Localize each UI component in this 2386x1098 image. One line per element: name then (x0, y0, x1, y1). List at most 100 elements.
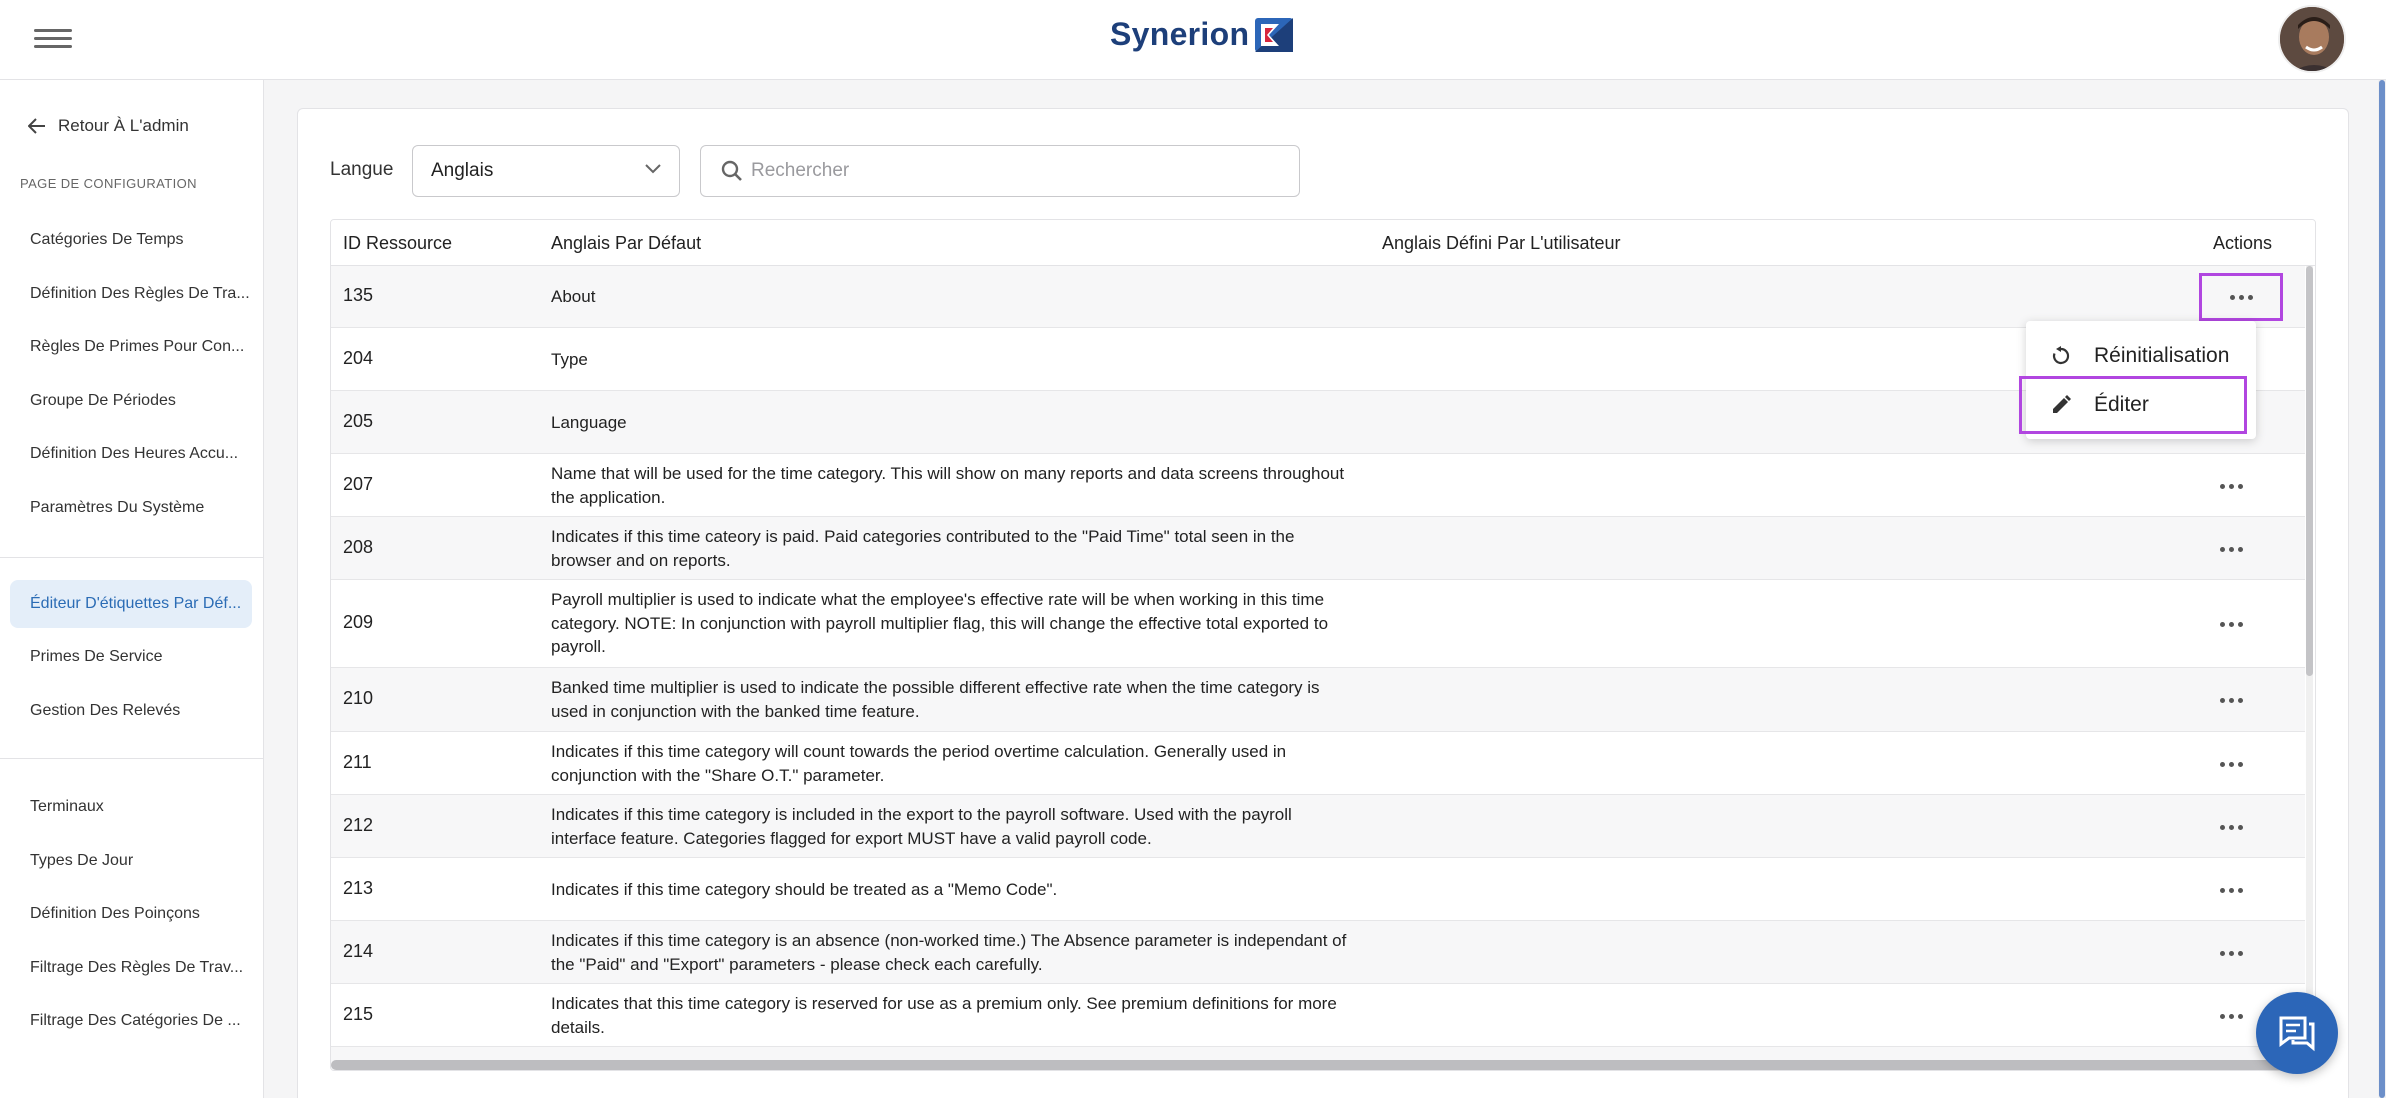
cell-default: Indicates if this time cateory is paid. … (551, 527, 1295, 570)
search-icon (721, 160, 742, 181)
cell-default: Indicates that this time category is res… (551, 994, 1337, 1037)
user-avatar[interactable] (2278, 5, 2346, 73)
sidebar-item-accrued-hours[interactable]: Définition Des Heures Accu... (10, 430, 252, 478)
brand-logo-mark-icon (1255, 17, 1294, 52)
hamburger-menu-icon[interactable] (34, 24, 72, 54)
menu-item-reset[interactable]: Réinitialisation (2026, 333, 2256, 379)
cell-id: 210 (343, 688, 374, 708)
table-row[interactable]: 213 Indicates if this time category shou… (331, 858, 2305, 921)
sidebar-item-statement-management[interactable]: Gestion Des Relevés (10, 687, 252, 735)
sidebar-item-work-rules[interactable]: Définition Des Règles De Tra... (10, 270, 252, 318)
top-bar: Synerion (0, 0, 2386, 80)
page-scrollbar[interactable] (2378, 80, 2386, 1098)
table-row[interactable]: 211 Indicates if this time category will… (331, 732, 2305, 795)
row-actions-button[interactable] (2213, 534, 2249, 564)
cell-default: About (551, 287, 596, 306)
cell-default: Language (551, 413, 627, 432)
sidebar-item-category-filtering[interactable]: Filtrage Des Catégories De ... (10, 997, 252, 1045)
cell-id: 207 (343, 474, 374, 494)
row-actions-button[interactable] (2213, 812, 2249, 842)
chat-button[interactable] (2256, 992, 2338, 1074)
table-row[interactable]: 212 Indicates if this time category is i… (331, 795, 2305, 858)
cell-default: Payroll multiplier is used to indicate w… (551, 590, 1329, 656)
row-actions-menu: Réinitialisation Éditer (2019, 321, 2256, 439)
sidebar-item-day-types[interactable]: Types De Jour (10, 837, 252, 885)
table-header: ID Ressource Anglais Par Défaut Anglais … (331, 220, 2315, 266)
column-header-default[interactable]: Anglais Par Défaut (551, 233, 701, 254)
sidebar-item-time-categories[interactable]: Catégories De Temps (10, 216, 252, 264)
cell-default: Name that will be used for the time cate… (551, 464, 1345, 507)
language-label: Langue (330, 159, 394, 180)
sidebar: Retour À L'admin PAGE DE CONFIGURATION C… (0, 80, 264, 1098)
labels-table: ID Ressource Anglais Par Défaut Anglais … (330, 219, 2316, 1071)
sidebar-item-system-parameters[interactable]: Paramètres Du Système (10, 484, 252, 532)
sidebar-item-service-premiums[interactable]: Primes De Service (10, 633, 252, 681)
table-row[interactable]: 215 Indicates that this time category is… (331, 984, 2305, 1047)
brand-name: Synerion (1110, 16, 1250, 52)
cell-default: Indicates if this time category should b… (551, 880, 1058, 899)
main-card: Langue Anglais ID Ressource Anglais Par … (297, 108, 2349, 1098)
column-header-user-defined[interactable]: Anglais Défini Par L'utilisateur (1382, 233, 1621, 254)
menu-item-edit[interactable]: Éditer (2019, 376, 2247, 434)
sidebar-divider (0, 557, 264, 558)
chevron-down-icon (645, 164, 661, 174)
search-input[interactable] (751, 160, 1271, 182)
cell-default: Indicates if this time category is an ab… (551, 931, 1347, 974)
table-row[interactable]: 204 Type (331, 328, 2305, 391)
pencil-icon (2053, 395, 2071, 413)
menu-item-edit-label: Éditer (2094, 393, 2149, 416)
back-to-admin-link[interactable]: Retour À L'admin (28, 116, 189, 136)
sidebar-item-period-groups[interactable]: Groupe De Périodes (10, 377, 252, 425)
row-actions-button[interactable] (2213, 471, 2249, 501)
sidebar-divider (0, 758, 264, 759)
avatar-photo-icon (2280, 7, 2344, 71)
table-row[interactable]: 205 Language (331, 391, 2305, 454)
arrow-left-icon (28, 118, 45, 134)
language-select[interactable]: Anglais (412, 145, 680, 197)
table-row[interactable]: 207 Name that will be used for the time … (331, 454, 2305, 517)
cell-default: Banked time multiplier is used to indica… (551, 678, 1320, 721)
row-actions-button[interactable] (2213, 875, 2249, 905)
search-box[interactable] (700, 145, 1300, 197)
cell-id: 211 (343, 752, 372, 772)
brand-logo: Synerion (1110, 16, 1294, 53)
table-row[interactable]: 135 About (331, 266, 2305, 328)
cell-id: 209 (343, 612, 374, 632)
sidebar-item-terminals[interactable]: Terminaux (10, 783, 252, 831)
cell-id: 214 (343, 941, 374, 961)
sidebar-caption: PAGE DE CONFIGURATION (20, 176, 197, 191)
sidebar-item-label-editor[interactable]: Éditeur D'étiquettes Par Déf... (10, 580, 252, 628)
column-header-actions: Actions (2213, 233, 2273, 253)
sidebar-item-premium-rules[interactable]: Règles De Primes Pour Con... (10, 323, 252, 371)
sidebar-item-work-rule-filtering[interactable]: Filtrage Des Règles De Trav... (10, 944, 252, 992)
row-actions-button[interactable] (2213, 1001, 2249, 1031)
chat-icon (2279, 1016, 2315, 1052)
reset-icon (2052, 346, 2070, 365)
table-vertical-scrollbar[interactable] (2306, 266, 2313, 1070)
scrollbar-thumb[interactable] (2306, 266, 2313, 676)
cell-id: 212 (343, 815, 374, 835)
cell-id: 204 (343, 348, 374, 368)
cell-id: 205 (343, 411, 374, 431)
cell-id: 135 (343, 285, 374, 305)
page-scrollbar-thumb[interactable] (2379, 80, 2385, 1098)
table-horizontal-scrollbar[interactable] (331, 1060, 2315, 1070)
table-row[interactable]: 210 Banked time multiplier is used to in… (331, 668, 2305, 732)
column-header-id[interactable]: ID Ressource (343, 233, 452, 254)
cell-id: 215 (343, 1004, 374, 1024)
row-actions-button[interactable] (2213, 749, 2249, 779)
row-actions-button[interactable] (2213, 938, 2249, 968)
cell-default: Indicates if this time category is inclu… (551, 805, 1292, 848)
row-actions-button[interactable] (2199, 273, 2283, 321)
table-row[interactable]: 208 Indicates if this time cateory is pa… (331, 517, 2305, 580)
table-row[interactable]: 209 Payroll multiplier is used to indica… (331, 580, 2305, 668)
cell-id: 213 (343, 878, 374, 898)
table-row[interactable]: 214 Indicates if this time category is a… (331, 921, 2305, 984)
row-actions-button[interactable] (2213, 609, 2249, 639)
back-link-label: Retour À L'admin (58, 116, 189, 135)
language-select-value: Anglais (431, 160, 494, 181)
row-actions-button[interactable] (2213, 685, 2249, 715)
cell-default: Indicates if this time category will cou… (551, 742, 1287, 785)
sidebar-item-punch-definitions[interactable]: Définition Des Poinçons (10, 890, 252, 938)
menu-item-reset-label: Réinitialisation (2094, 344, 2230, 367)
